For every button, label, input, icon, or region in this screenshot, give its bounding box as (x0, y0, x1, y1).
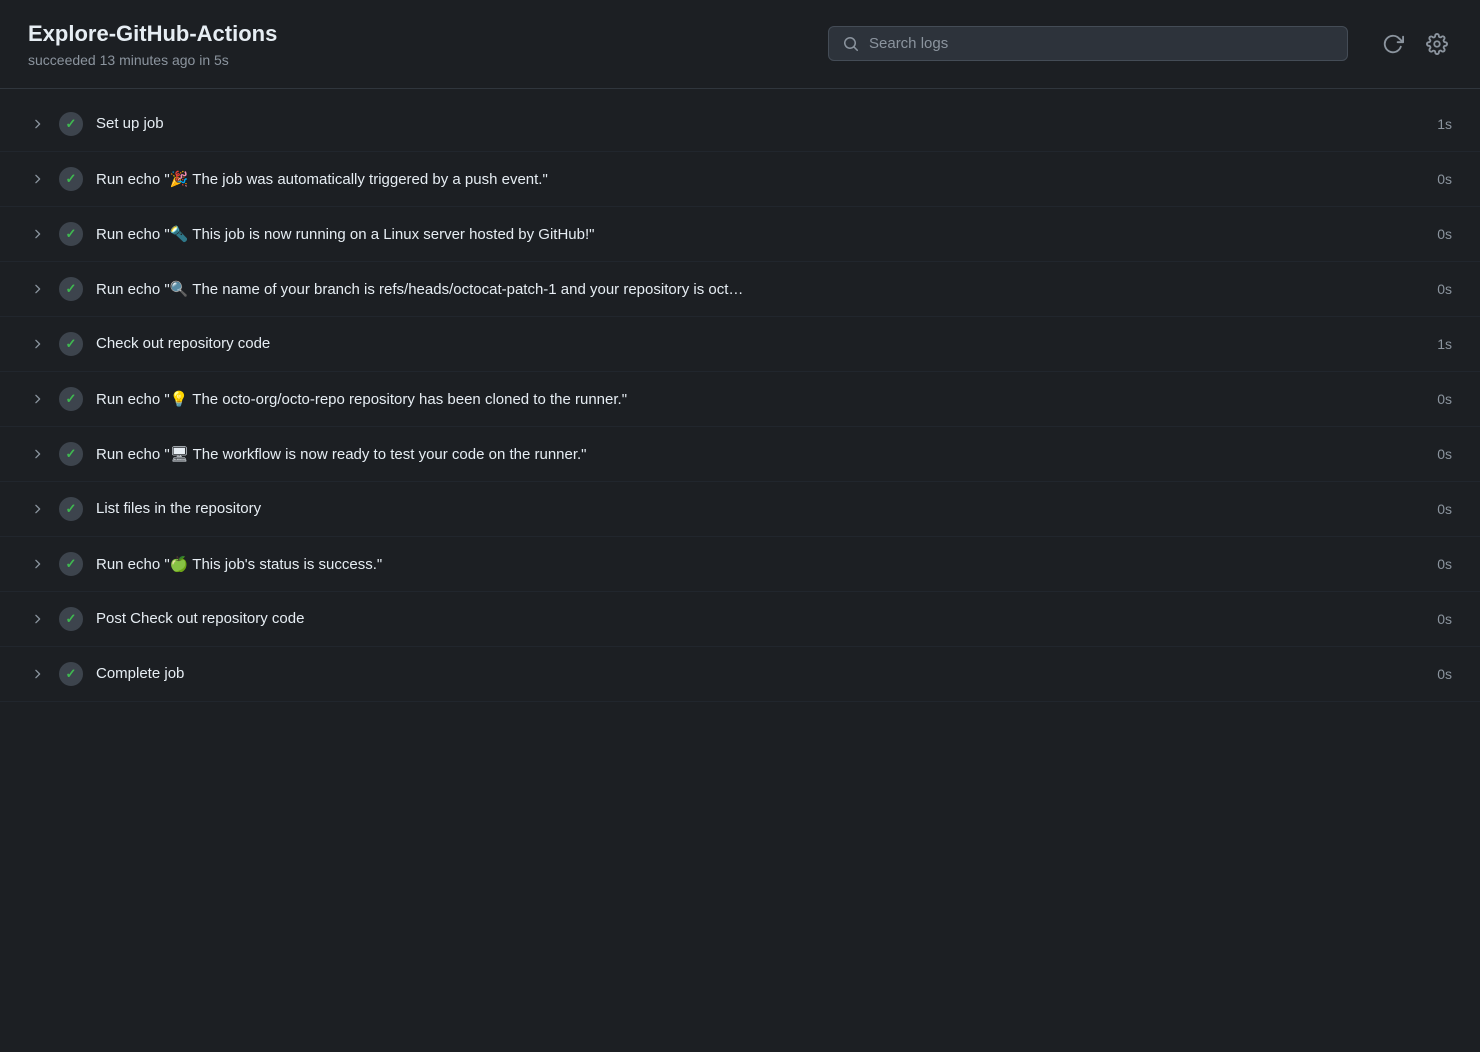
chevron-right-icon (28, 227, 46, 241)
status-success-icon (58, 331, 84, 357)
settings-button[interactable] (1422, 29, 1452, 59)
header: Explore-GitHub-Actions succeeded 13 minu… (0, 0, 1480, 89)
step-label: Run echo "🎉 The job was automatically tr… (96, 170, 1400, 188)
page-subtitle: succeeded 13 minutes ago in 5s (28, 52, 308, 68)
step-duration: 1s (1412, 116, 1452, 132)
status-success-icon (58, 551, 84, 577)
step-row[interactable]: Run echo "🔍 The name of your branch is r… (0, 262, 1480, 317)
page-title: Explore-GitHub-Actions (28, 20, 308, 49)
status-success-icon (58, 221, 84, 247)
step-row[interactable]: Run echo "🍏 This job's status is success… (0, 537, 1480, 592)
step-label: Set up job (96, 115, 1400, 132)
chevron-right-icon (28, 557, 46, 571)
chevron-right-icon (28, 502, 46, 516)
status-success-icon (58, 441, 84, 467)
status-success-icon (58, 111, 84, 137)
chevron-right-icon (28, 282, 46, 296)
title-block: Explore-GitHub-Actions succeeded 13 minu… (28, 20, 308, 68)
status-success-icon (58, 276, 84, 302)
step-row[interactable]: Post Check out repository code 0s (0, 592, 1480, 647)
step-row[interactable]: Run echo "🎉 The job was automatically tr… (0, 152, 1480, 207)
step-duration: 0s (1412, 501, 1452, 517)
refresh-button[interactable] (1378, 29, 1408, 59)
step-row[interactable]: Run echo "🔦 This job is now running on a… (0, 207, 1480, 262)
step-duration: 0s (1412, 171, 1452, 187)
step-label: Run echo "💡 The octo-org/octo-repo repos… (96, 390, 1400, 408)
step-row[interactable]: Set up job 1s (0, 97, 1480, 152)
chevron-right-icon (28, 337, 46, 351)
step-label: Check out repository code (96, 335, 1400, 352)
chevron-right-icon (28, 612, 46, 626)
chevron-right-icon (28, 447, 46, 461)
header-actions (1378, 29, 1452, 59)
step-label: Complete job (96, 665, 1400, 682)
step-duration: 0s (1412, 226, 1452, 242)
refresh-icon (1382, 33, 1404, 55)
chevron-right-icon (28, 172, 46, 186)
steps-list: Set up job 1s Run echo "🎉 The job was au… (0, 89, 1480, 710)
step-duration: 0s (1412, 666, 1452, 682)
search-icon (843, 36, 859, 52)
chevron-right-icon (28, 117, 46, 131)
chevron-right-icon (28, 392, 46, 406)
step-label: Run echo "🍏 This job's status is success… (96, 555, 1400, 573)
step-row[interactable]: List files in the repository 0s (0, 482, 1480, 537)
step-duration: 0s (1412, 556, 1452, 572)
chevron-right-icon (28, 667, 46, 681)
step-label: Run echo "🖥 The workflow is now ready to… (96, 445, 1400, 463)
status-success-icon (58, 496, 84, 522)
search-input[interactable] (869, 35, 1333, 52)
step-row[interactable]: Complete job 0s (0, 647, 1480, 702)
step-duration: 0s (1412, 391, 1452, 407)
step-row[interactable]: Run echo "💡 The octo-org/octo-repo repos… (0, 372, 1480, 427)
step-duration: 1s (1412, 336, 1452, 352)
status-success-icon (58, 606, 84, 632)
step-label: Run echo "🔍 The name of your branch is r… (96, 280, 1400, 298)
step-duration: 0s (1412, 281, 1452, 297)
status-success-icon (58, 386, 84, 412)
step-duration: 0s (1412, 446, 1452, 462)
settings-icon (1426, 33, 1448, 55)
step-duration: 0s (1412, 611, 1452, 627)
search-bar[interactable] (828, 26, 1348, 61)
status-success-icon (58, 661, 84, 687)
step-row[interactable]: Run echo "🖥 The workflow is now ready to… (0, 427, 1480, 482)
step-label: List files in the repository (96, 500, 1400, 517)
status-success-icon (58, 166, 84, 192)
step-label: Post Check out repository code (96, 610, 1400, 627)
step-label: Run echo "🔦 This job is now running on a… (96, 225, 1400, 243)
step-row[interactable]: Check out repository code 1s (0, 317, 1480, 372)
